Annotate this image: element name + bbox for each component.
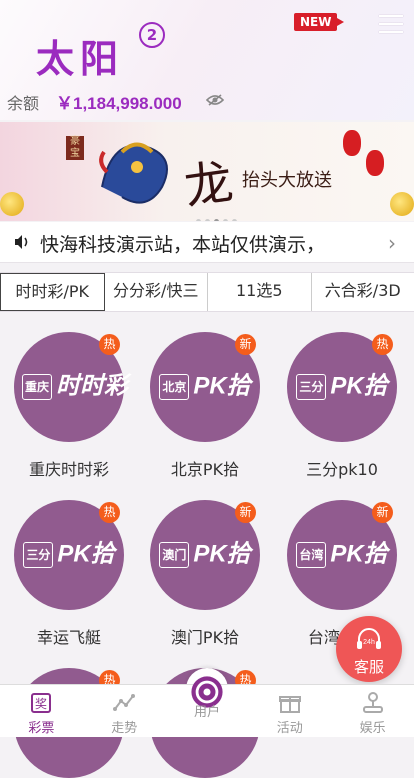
new-badge: 新	[235, 334, 256, 355]
game-logo-icon: 三分PK拾 热	[287, 332, 397, 442]
game-item[interactable]: 澳门PK拾 新 澳门PK拾	[140, 500, 270, 648]
game-name: 三分pk10	[277, 456, 407, 480]
menu-icon[interactable]	[379, 15, 403, 35]
banner-calligraphy-big: 龙	[179, 142, 236, 218]
gift-icon	[278, 691, 302, 715]
game-name: 澳门PK拾	[140, 624, 270, 648]
chevron-right-icon[interactable]: ›	[388, 231, 396, 255]
game-item[interactable]: 北京PK拾 新 北京PK拾	[140, 332, 270, 480]
game-logo-icon: 重庆时时彩 热	[14, 332, 124, 442]
hot-badge: 热	[372, 334, 393, 355]
bottom-nav: 奖 彩票 走势 用户 活动 娱乐	[0, 684, 414, 737]
game-logo-icon: 北京PK拾 新	[150, 332, 260, 442]
tab-ssc-pk[interactable]: 时时彩/PK	[0, 273, 105, 311]
nav-label: 娱乐	[331, 717, 414, 736]
svg-text:奖: 奖	[35, 697, 47, 711]
tab-ffc-k3[interactable]: 分分彩/快三	[105, 273, 209, 311]
promo-banner[interactable]: 豪宝 龙 抬头大放送	[0, 122, 414, 221]
game-item[interactable]: 三分PK拾 热 幸运飞艇	[4, 500, 134, 648]
ticket-icon: 奖	[29, 691, 53, 715]
game-logo-icon: 台湾PK拾 新	[287, 500, 397, 610]
banner-calligraphy-small: 抬头大放送	[242, 166, 332, 192]
hot-badge: 热	[99, 334, 120, 355]
game-name: 北京PK拾	[140, 456, 270, 480]
logo-badge: 2	[139, 22, 165, 48]
game-name: 重庆时时彩	[4, 456, 134, 480]
carousel-dots	[194, 209, 239, 221]
customer-service-button[interactable]: 24h 客服	[336, 616, 402, 682]
headset-icon: 24h	[355, 626, 383, 654]
nav-user[interactable]: 用户	[166, 685, 249, 737]
joystick-icon	[361, 691, 385, 715]
game-logo-icon: 三分PK拾 热	[14, 500, 124, 610]
new-badge: NEW	[294, 13, 337, 31]
hot-badge: 热	[99, 502, 120, 523]
balance-label: 余额	[7, 90, 39, 114]
header: 太阳 2 NEW 余额 ￥1,184,998.000	[0, 0, 414, 120]
speaker-icon	[14, 234, 30, 250]
nav-label: 彩票	[0, 717, 83, 736]
nav-label: 走势	[83, 717, 166, 736]
notice-text: 快海科技演示站，本站仅供演示，	[40, 230, 325, 257]
nav-label: 活动	[248, 717, 331, 736]
eye-hidden-icon[interactable]	[206, 94, 224, 106]
stamp-logo: 豪宝	[66, 136, 84, 160]
service-label: 客服	[336, 656, 402, 677]
new-badge: 新	[235, 502, 256, 523]
game-item[interactable]: 重庆时时彩 热 重庆时时彩	[4, 332, 134, 480]
nav-label: 用户	[166, 701, 249, 720]
game-item[interactable]: 三分PK拾 热 三分pk10	[277, 332, 407, 480]
game-name: 幸运飞艇	[4, 624, 134, 648]
dragon-illustration	[92, 127, 182, 212]
lantern-decoration	[343, 130, 361, 156]
new-badge: 新	[372, 502, 393, 523]
tab-lhc-3d[interactable]: 六合彩/3D	[312, 273, 414, 311]
trend-chart-icon	[112, 691, 136, 715]
nav-lottery[interactable]: 奖 彩票	[0, 685, 83, 737]
notice-bar[interactable]: 快海科技演示站，本站仅供演示， ›	[0, 222, 414, 263]
tab-11x5[interactable]: 11选5	[208, 273, 312, 311]
lantern-decoration	[366, 150, 384, 176]
nav-trend[interactable]: 走势	[83, 685, 166, 737]
logo: 太阳	[36, 28, 124, 83]
coin-decoration	[0, 192, 24, 216]
game-logo-icon: 澳门PK拾 新	[150, 500, 260, 610]
nav-activity[interactable]: 活动	[248, 685, 331, 737]
category-tabs: 时时彩/PK 分分彩/快三 11选5 六合彩/3D	[0, 272, 414, 312]
service-badge: 24h	[363, 639, 375, 646]
coin-decoration	[390, 192, 414, 216]
balance-value: ￥1,184,998.000	[56, 89, 182, 114]
nav-entertainment[interactable]: 娱乐	[331, 685, 414, 737]
